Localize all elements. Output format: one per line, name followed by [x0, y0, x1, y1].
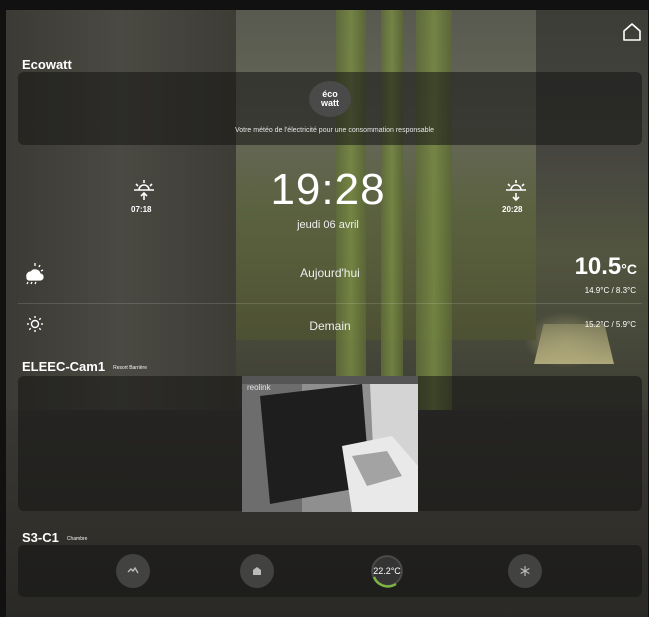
weather-today-temp: 10.5°C	[575, 253, 637, 281]
camera-brand: reolink	[247, 383, 272, 392]
weather-today-label: Aujourd'hui	[300, 266, 360, 280]
auto-mode-icon	[127, 566, 139, 574]
climate-card	[18, 545, 642, 597]
ecowatt-tagline: Votre météo de l'électricité pour une co…	[234, 127, 434, 134]
weather-today-temp-value: 10.5	[574, 253, 622, 280]
camera-title-text: ELEEC-Cam1	[22, 359, 106, 374]
camera-subtitle: Resort Barrière	[113, 364, 147, 371]
climate-subtitle: Chambre	[66, 535, 88, 542]
background-lamp	[534, 324, 614, 364]
sunrise-time: 07:18	[131, 205, 152, 214]
weather-tomorrow-label: Demain	[309, 319, 351, 333]
climate-cool-button[interactable]	[508, 554, 542, 588]
ecowatt-logo-line2: watt	[321, 98, 339, 108]
cloudy-rain-icon	[26, 263, 44, 285]
weather-tomorrow-range: 15.2°C / 5.9°C	[584, 320, 636, 329]
camera-feed[interactable]: reolink	[242, 376, 418, 512]
clock-date: jeudi 06 avril	[297, 219, 359, 231]
background-curtain	[416, 10, 452, 410]
sunset-time: 20:28	[502, 205, 523, 214]
home-button[interactable]	[621, 22, 643, 42]
camera-feed-image: reolink	[242, 376, 418, 512]
sun-icon	[27, 316, 43, 332]
clock-time: 19:28	[270, 165, 386, 214]
home-icon	[623, 23, 641, 41]
snowflake-icon	[520, 566, 530, 576]
thermostat-temperature: 22.2°C	[373, 566, 401, 576]
sunset-icon	[506, 180, 526, 202]
climate-title-text: S3-C1	[22, 530, 59, 545]
climate-fan-button[interactable]	[240, 554, 274, 588]
ecowatt-logo: éco watt	[309, 81, 351, 117]
heat-mode-icon	[253, 567, 261, 575]
ecowatt-title: Ecowatt	[22, 57, 72, 72]
weather-today-range: 14.9°C / 8.3°C	[584, 286, 636, 295]
climate-title: S3-C1 Chambre	[22, 530, 87, 545]
climate-auto-button[interactable]	[116, 554, 150, 588]
weather-today-temp-unit: °C	[621, 261, 637, 277]
sunrise-icon	[134, 180, 154, 200]
camera-title: ELEEC-Cam1 Resort Barrière	[22, 359, 147, 374]
weather-divider	[18, 303, 642, 304]
